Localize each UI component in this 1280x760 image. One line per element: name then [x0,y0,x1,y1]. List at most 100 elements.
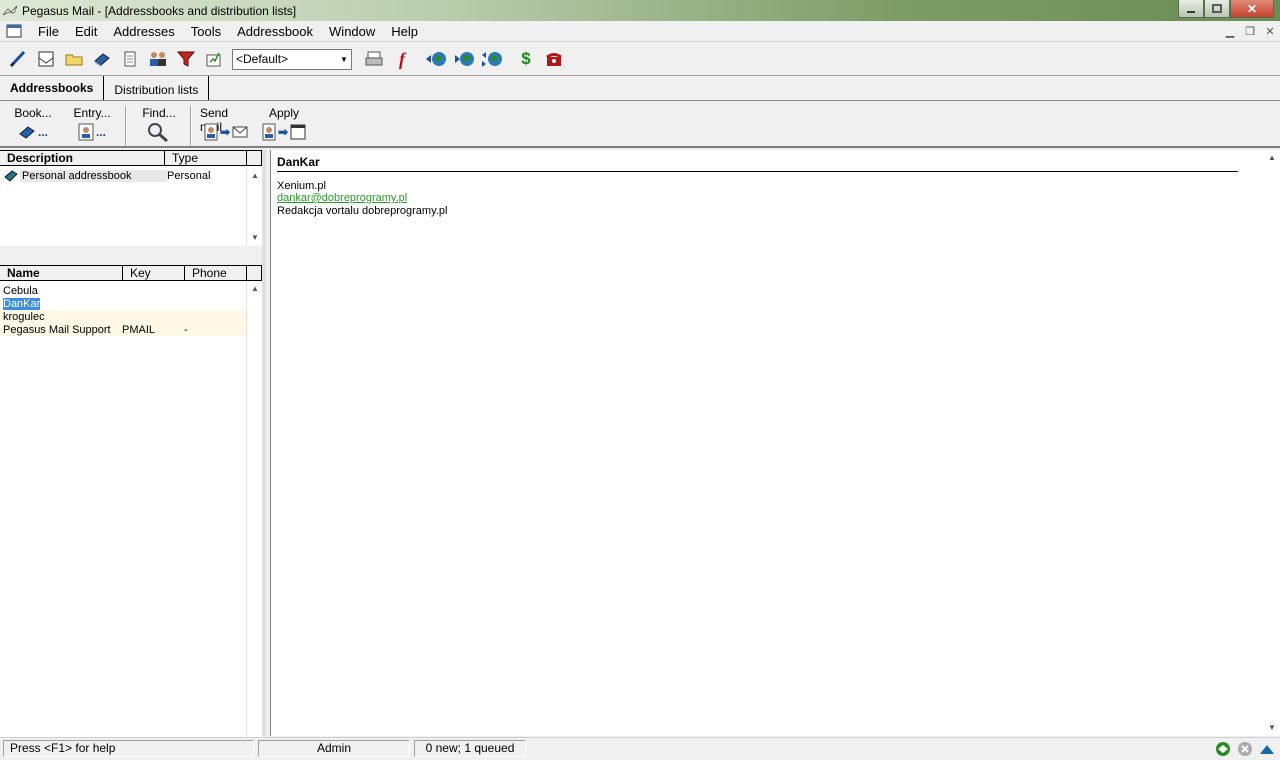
detail-pane: DanKar Xenium.pl dankar@dobreprogramy.pl… [270,150,1280,736]
compose-icon [9,50,26,68]
close-icon: ✕ [1246,1,1258,16]
scroll-down-icon[interactable]: ▼ [247,232,263,244]
table-row[interactable]: Cebula [0,284,248,297]
send-queued-button[interactable] [422,46,450,72]
read-mail-button[interactable] [32,46,60,72]
menu-edit[interactable]: Edit [67,21,105,42]
notepad-button[interactable] [116,46,144,72]
arrow-up-icon[interactable] [1258,740,1276,758]
menu-file[interactable]: File [30,21,67,42]
status-bar: Press <F1> for help Admin 0 new; 1 queue… [0,737,1280,760]
col-description[interactable]: Description [0,151,165,165]
mdi-document-icon[interactable] [6,24,22,38]
address-card-icon [78,123,94,141]
phone-button[interactable] [540,46,568,72]
detail-notes: Redakcja vortalu dobreprogramy.pl [277,205,448,217]
entry-button-label: Entry... [73,106,111,120]
stop-icon[interactable] [1236,740,1254,758]
addressbooks-scrollbar[interactable]: ▲ ▼ [246,168,262,246]
check-mail-button[interactable] [450,46,478,72]
compose-button[interactable] [4,46,32,72]
chevron-down-icon: ▼ [340,54,348,64]
apply-button[interactable]: Apply ➡ [258,106,310,146]
col-name[interactable]: Name [0,266,123,280]
detail-title: DanKar [277,155,320,169]
close-button[interactable]: ✕ [1230,0,1274,18]
col-phone[interactable]: Phone [185,266,247,280]
menu-addresses[interactable]: Addresses [105,21,182,42]
folders-icon [65,54,83,66]
notepad-icon [124,51,136,67]
table-row[interactable]: krogulec [0,310,248,323]
scroll-up-icon[interactable]: ▲ [247,283,263,295]
entry-button[interactable]: Entry... ... [72,106,112,146]
print-icon [365,51,383,66]
menu-window[interactable]: Window [321,21,383,42]
font-button[interactable]: f [388,46,416,72]
send-receive-globe-icon [482,52,502,67]
send-receive-button[interactable] [478,46,506,72]
table-row-selected[interactable]: DanKar [0,297,248,310]
folders-button[interactable] [60,46,88,72]
filter-button[interactable] [172,46,200,72]
maximize-icon [1212,3,1222,13]
pegasus-app-icon[interactable] [2,3,18,19]
tab-distribution-lists[interactable]: Distribution lists [104,76,210,100]
send-mail-button-label: Send mail [200,106,229,134]
book-type: Personal [167,169,211,182]
dollar-icon: $ [521,49,531,68]
list-item[interactable]: Personal addressbook Personal [0,168,262,183]
window-title: Pegasus Mail - [Addressbooks and distrib… [22,3,297,18]
mdi-minimize-button[interactable]: ▁ [1220,23,1240,39]
apply-button-label: Apply [268,106,300,120]
table-row[interactable]: Pegasus Mail Support PMAIL - [0,323,248,336]
entries-header: Name Key Phone [0,265,262,281]
status-tray [1214,740,1276,758]
menu-addressbook[interactable]: Addressbook [229,21,321,42]
entries-scrollbar[interactable]: ▲ ▼ [246,281,262,751]
menu-tools[interactable]: Tools [183,21,229,42]
find-button[interactable]: Find... [140,106,178,146]
mdi-close-button[interactable]: ✕ [1260,23,1280,39]
mdi-restore-button[interactable]: ❐ [1240,23,1260,39]
scroll-up-icon[interactable]: ▲ [247,170,263,182]
envelope-icon [232,126,248,138]
send-mail-button[interactable]: Send mail ➡ [200,106,252,146]
detail-scrollbar[interactable]: ▲ ▼ [1264,150,1280,736]
dollar-button[interactable]: $ [512,46,540,72]
addressbook-button[interactable] [88,46,116,72]
noticeboard-icon [206,52,221,67]
entries-list[interactable]: Cebula DanKar krogulec Pegasus Mail Supp… [0,281,262,751]
find-button-label: Find... [142,106,176,120]
divider [277,171,1238,172]
col-key[interactable]: Key [123,266,185,280]
network-status-icon[interactable] [1214,740,1232,758]
network-addresses-button[interactable] [144,46,172,72]
menu-bar: File Edit Addresses Tools Addressbook Wi… [0,21,1280,42]
tab-addressbooks[interactable]: Addressbooks [0,76,105,100]
book-button[interactable]: Book... ... [14,106,52,146]
status-queue: 0 new; 1 queued [414,740,526,757]
addressbooks-list[interactable]: Personal addressbook Personal ▲ ▼ [0,168,262,246]
menu-help[interactable]: Help [383,21,426,42]
book-button-label: Book... [14,106,52,120]
addressbooks-header: Description Type [0,150,262,166]
scroll-up-icon[interactable]: ▲ [1264,152,1280,164]
print-button[interactable] [360,46,388,72]
scroll-down-icon[interactable]: ▼ [1264,722,1280,734]
noticeboard-button[interactable] [200,46,228,72]
maximize-button[interactable] [1204,0,1230,18]
magnifier-icon [148,123,168,143]
col-type[interactable]: Type [165,151,247,165]
identity-select[interactable]: <Default> ▼ [232,48,352,70]
action-separator [125,106,127,146]
close-icon: ✕ [1265,25,1275,38]
tab-strip: Addressbooks Distribution lists [0,76,1280,101]
identity-select-value: <Default> [236,52,289,66]
minimize-button[interactable] [1178,0,1204,18]
entry-key: PMAIL [122,323,156,336]
arrow-right-icon: ➡ [219,125,231,139]
window-icon [290,124,306,140]
minimize-icon [1187,10,1195,13]
detail-email-link[interactable]: dankar@dobreprogramy.pl [277,192,407,204]
